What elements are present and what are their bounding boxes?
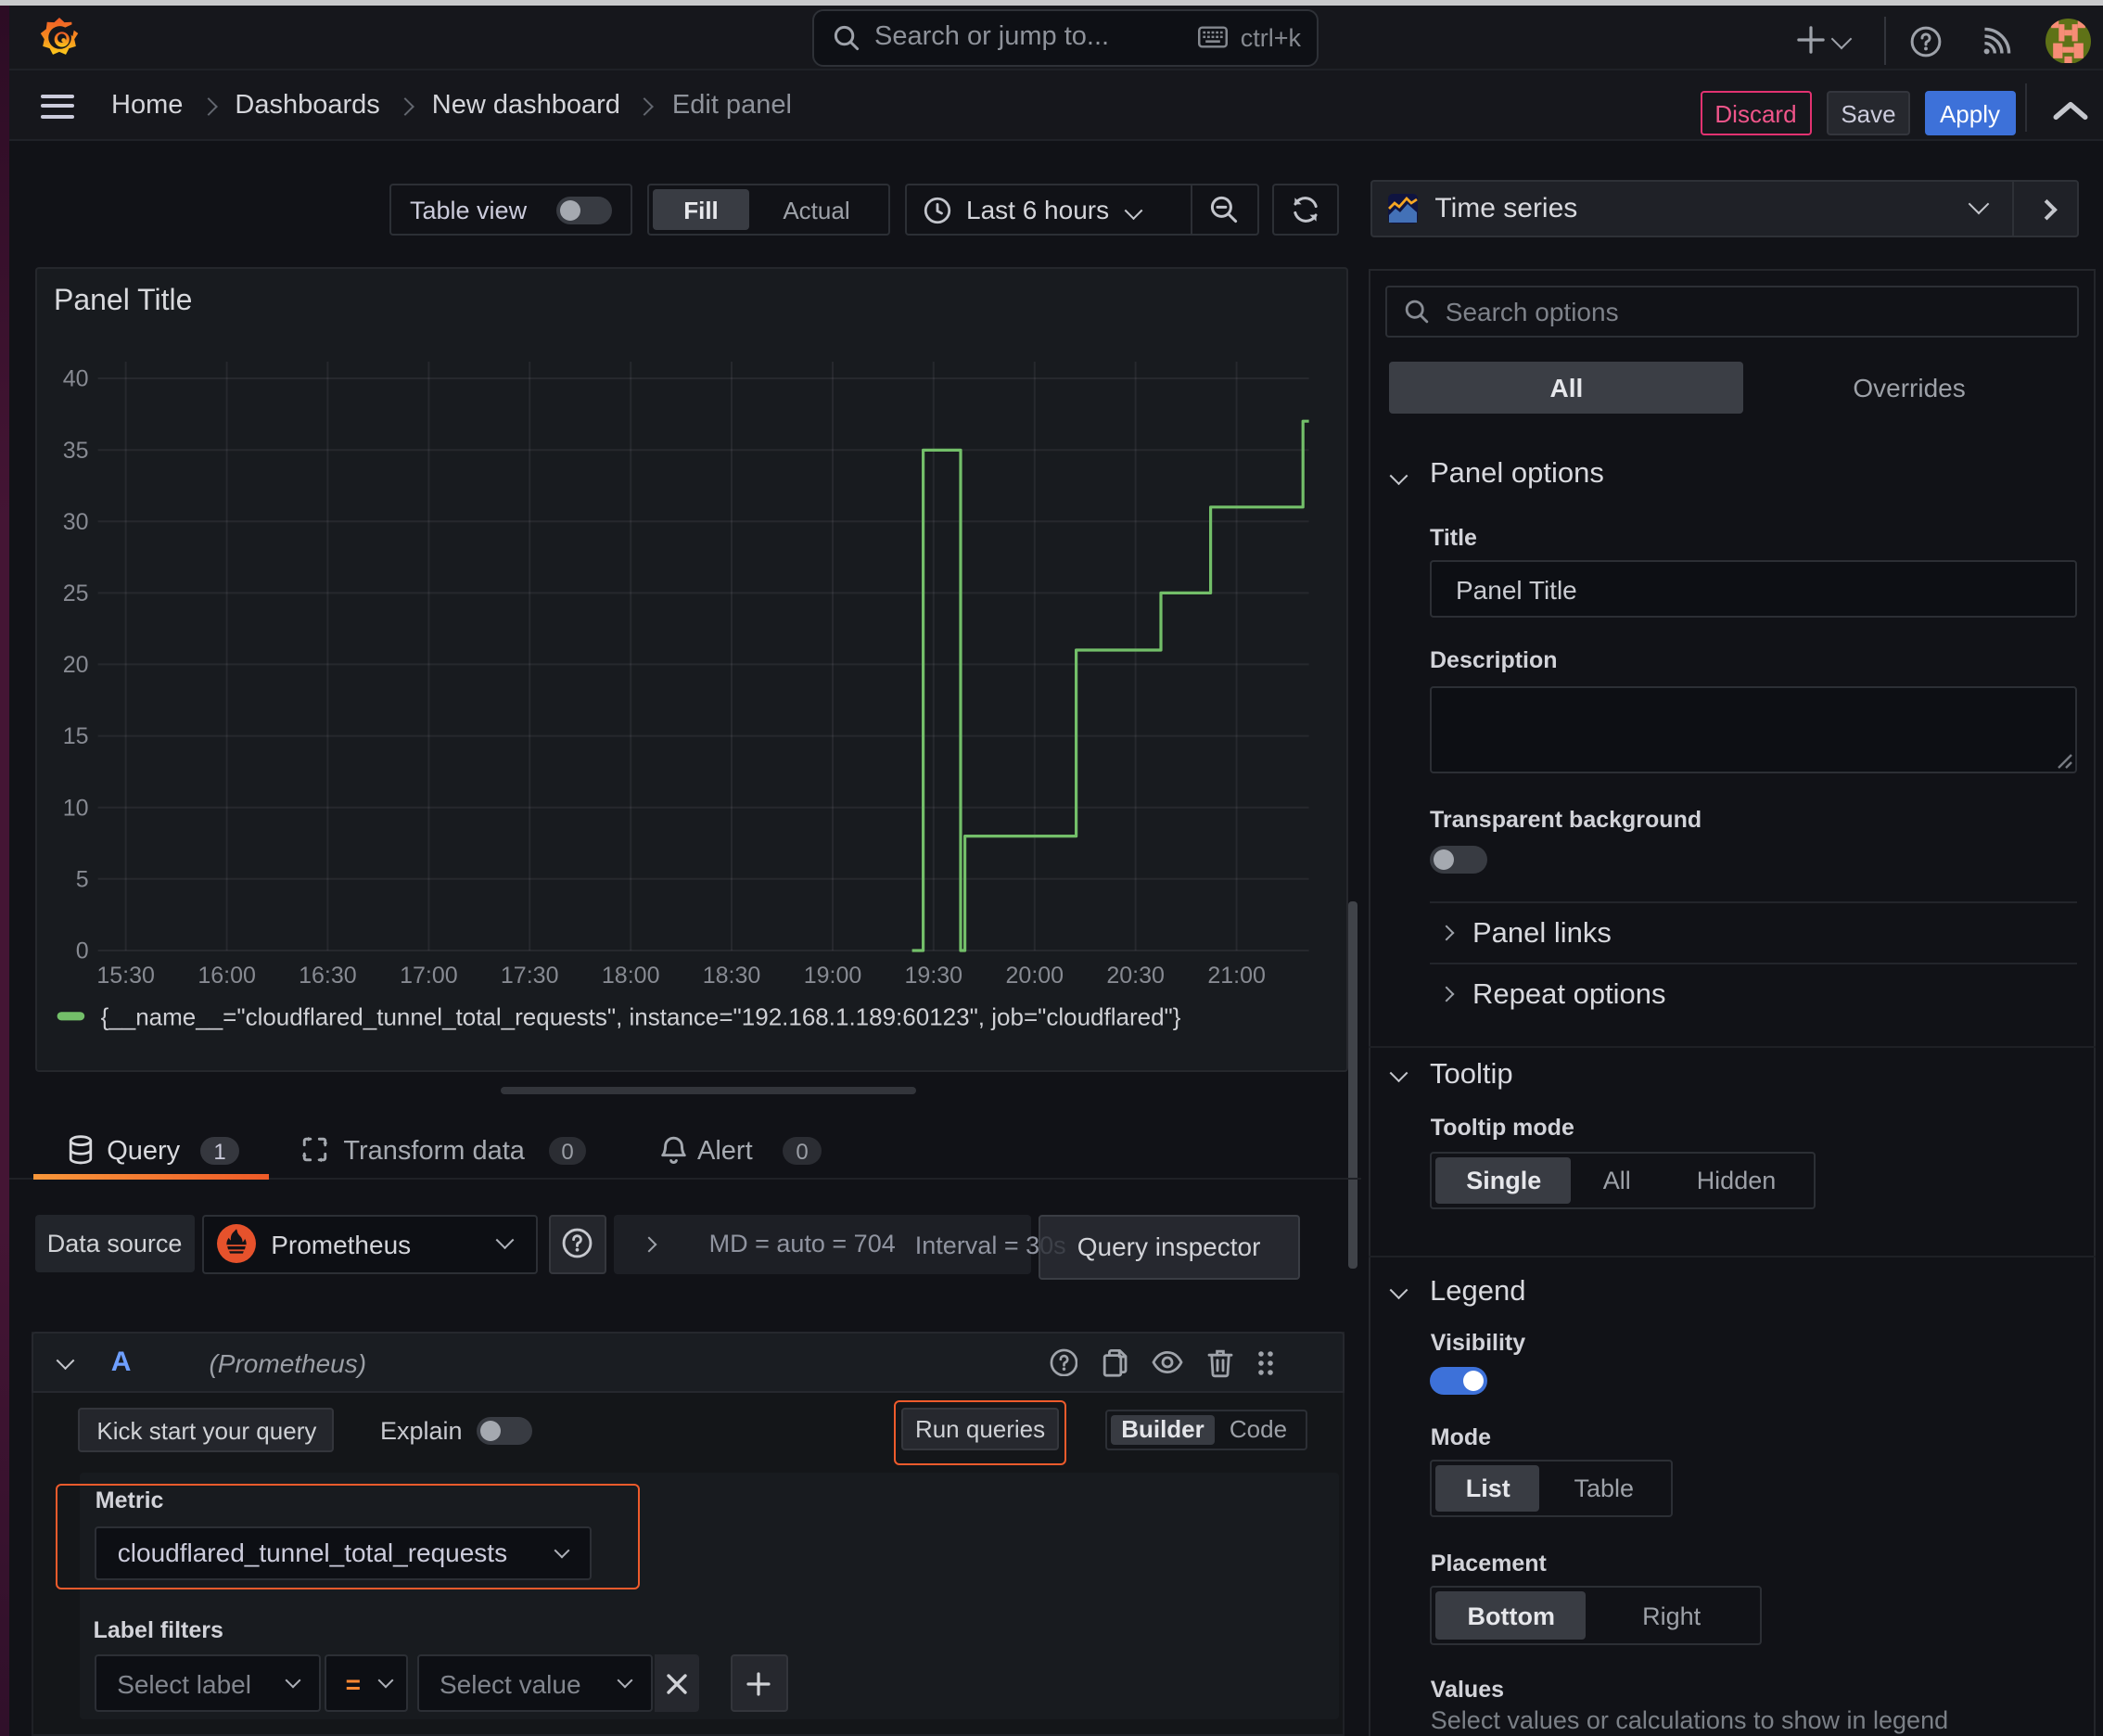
svg-text:15: 15 — [63, 722, 89, 748]
svg-text:0: 0 — [76, 938, 89, 964]
svg-text:10: 10 — [63, 794, 89, 820]
svg-text:35: 35 — [63, 437, 89, 463]
svg-text:19:00: 19:00 — [804, 962, 862, 988]
svg-text:{__name__="cloudflared_tunnel_: {__name__="cloudflared_tunnel_total_requ… — [101, 1002, 1181, 1030]
svg-text:16:00: 16:00 — [198, 962, 257, 988]
svg-text:17:00: 17:00 — [400, 962, 458, 988]
svg-text:20: 20 — [63, 651, 89, 677]
svg-text:19:30: 19:30 — [905, 962, 963, 988]
svg-text:40: 40 — [63, 365, 89, 391]
svg-text:18:30: 18:30 — [703, 962, 761, 988]
svg-text:5: 5 — [76, 865, 89, 891]
svg-text:30: 30 — [63, 508, 89, 534]
svg-text:17:30: 17:30 — [501, 962, 559, 988]
svg-text:18:00: 18:00 — [602, 962, 660, 988]
svg-text:20:30: 20:30 — [1107, 962, 1166, 988]
svg-text:25: 25 — [63, 580, 89, 606]
svg-text:20:00: 20:00 — [1006, 962, 1064, 988]
svg-text:15:30: 15:30 — [97, 962, 156, 988]
svg-text:21:00: 21:00 — [1208, 962, 1267, 988]
svg-text:16:30: 16:30 — [299, 962, 357, 988]
